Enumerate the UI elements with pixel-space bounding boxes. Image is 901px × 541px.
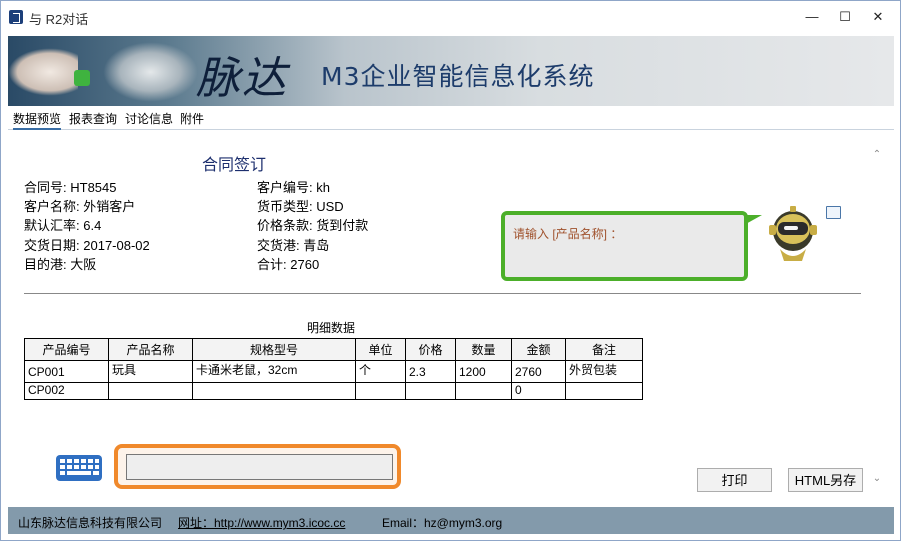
- scroll-up-icon[interactable]: ⌃: [870, 149, 884, 163]
- title-bar[interactable]: 与 R2对话 — ☐ ✕: [1, 1, 900, 33]
- tab-bar: 数据预览 报表查询 讨论信息 附件: [8, 107, 894, 130]
- robot-arm-image: [103, 42, 198, 102]
- assistant-chat-bubble: 请输入 [产品名称] ：: [501, 211, 762, 281]
- chat-prompt: 请输入 [产品名称] ：: [513, 227, 623, 241]
- minimize-icon: —: [805, 9, 819, 24]
- app-icon: [9, 10, 23, 24]
- price-terms-field: 价格条款: 货到付款: [257, 218, 369, 233]
- footer-bar: 山东脉达信息科技有限公司 网址：http://www.mym3.icoc.cc …: [8, 507, 894, 534]
- brand-logo-icon: [74, 70, 90, 86]
- robot-assistant-icon[interactable]: [766, 205, 820, 265]
- company-name: 山东脉达信息科技有限公司: [18, 516, 163, 530]
- table-cell: [405, 382, 456, 400]
- detail-table: 产品编号 产品名称 规格型号 单位 价格 数量 金额 备注 CP001 玩具 卡…: [24, 338, 643, 400]
- exchange-rate-field: 默认汇率: 6.4: [24, 218, 102, 233]
- table-cell: CP002: [24, 382, 109, 400]
- column-header: 金额: [511, 338, 566, 361]
- website-link[interactable]: 网址：http://www.mym3.icoc.cc: [178, 514, 345, 531]
- tab-discussion[interactable]: 讨论信息: [125, 110, 173, 127]
- table-cell: 卡通米老鼠，32cm: [192, 360, 356, 383]
- contract-no-field: 合同号: HT8545: [24, 180, 117, 195]
- message-input-frame: [114, 444, 401, 489]
- table-row: CP002 0: [24, 382, 643, 400]
- window-title: 与 R2对话: [29, 12, 89, 27]
- table-cell: [565, 382, 643, 400]
- column-header: 产品编号: [24, 338, 109, 361]
- keyboard-icon[interactable]: [55, 454, 103, 482]
- tab-attachments[interactable]: 附件: [180, 110, 204, 127]
- email-text: Email：hz@mym3.org: [382, 516, 503, 530]
- close-button[interactable]: ✕: [862, 4, 894, 30]
- table-cell: [108, 382, 193, 400]
- table-cell: [355, 382, 406, 400]
- customer-id-field: 客户编号: kh: [257, 180, 330, 195]
- section-divider: [24, 293, 861, 294]
- minimize-button[interactable]: —: [796, 4, 828, 30]
- print-button[interactable]: 打印: [697, 468, 772, 492]
- column-header: 价格: [405, 338, 456, 361]
- delivery-date-field: 交货日期: 2017-08-02: [24, 238, 150, 253]
- column-header: 单位: [355, 338, 406, 361]
- hand-image: [8, 48, 78, 96]
- tab-data-preview[interactable]: 数据预览: [13, 110, 62, 130]
- tab-report-query[interactable]: 报表查询: [69, 110, 117, 127]
- save-html-button[interactable]: HTML另存: [788, 468, 863, 492]
- column-header: 产品名称: [108, 338, 193, 361]
- customer-name-field: 客户名称: 外销客户: [24, 199, 136, 214]
- form-title: 合同签订: [202, 157, 267, 174]
- table-cell: 外贸包装: [565, 360, 643, 383]
- destination-port-field: 目的港: 大阪: [24, 257, 97, 272]
- table-cell: 玩具: [108, 360, 193, 383]
- maximize-button[interactable]: ☐: [829, 4, 861, 30]
- table-cell: 2.3: [405, 360, 456, 383]
- table-cell: [192, 382, 356, 400]
- column-header: 规格型号: [192, 338, 356, 361]
- system-name: M3企业智能信息化系统: [321, 62, 595, 91]
- table-header-row: 产品编号 产品名称 规格型号 单位 价格 数量 金额 备注: [24, 338, 643, 361]
- total-field: 合计: 2760: [257, 257, 320, 272]
- scroll-down-icon[interactable]: ⌄: [870, 473, 884, 487]
- detail-title: 明细数据: [307, 321, 356, 335]
- table-cell: 0: [511, 382, 566, 400]
- delivery-port-field: 交货港: 青岛: [257, 238, 330, 253]
- dialog-window: 与 R2对话 — ☐ ✕ 脉达 M3企业智能信息化系统 数据预览 报表查询 讨论…: [0, 0, 901, 541]
- header-banner: 脉达 M3企业智能信息化系统: [8, 36, 894, 106]
- vertical-scrollbar[interactable]: ⌃ ⌄: [870, 141, 884, 493]
- brand-calligraphy: 脉达: [196, 53, 288, 104]
- maximize-icon: ☐: [839, 9, 851, 24]
- table-cell: 2760: [511, 360, 566, 383]
- message-input[interactable]: [126, 454, 393, 480]
- close-icon: ✕: [872, 9, 884, 24]
- table-cell: 1200: [455, 360, 512, 383]
- column-header: 备注: [565, 338, 643, 361]
- table-row: CP001 玩具 卡通米老鼠，32cm 个 2.3 1200 2760 外贸包装: [24, 360, 643, 383]
- table-cell: [455, 382, 512, 400]
- currency-field: 货币类型: USD: [257, 199, 344, 214]
- table-cell: CP001: [24, 360, 109, 383]
- column-header: 数量: [455, 338, 512, 361]
- speech-bubble-icon[interactable]: [826, 206, 841, 219]
- table-cell: 个: [355, 360, 406, 383]
